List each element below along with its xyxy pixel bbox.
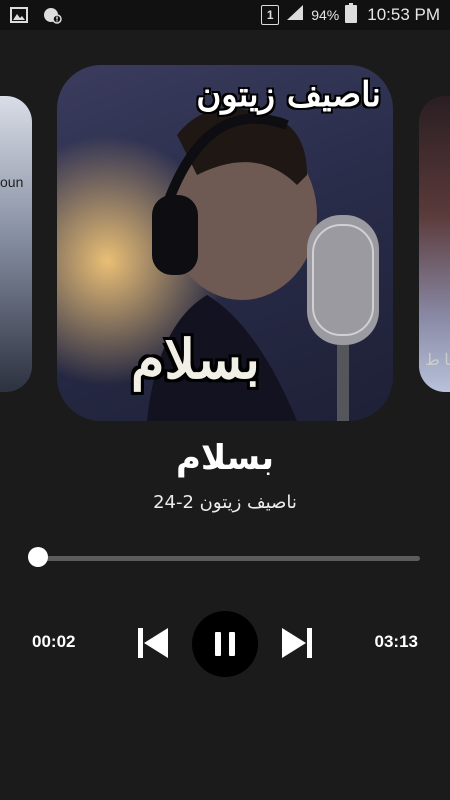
previous-icon [138, 628, 168, 658]
pause-icon [215, 632, 235, 656]
pause-button[interactable] [192, 611, 258, 677]
seek-thumb[interactable] [27, 547, 48, 567]
sim-indicator: 1 [261, 5, 280, 25]
next-icon [282, 628, 312, 658]
seek-bar[interactable] [27, 547, 420, 567]
album-carousel[interactable]: oun ناصيف زيتون بسلام يا ط [0, 62, 450, 424]
song-title: بسلام [175, 438, 275, 478]
seek-track[interactable] [32, 556, 420, 561]
battery-icon [345, 2, 358, 28]
total-duration: 03:13 [374, 632, 418, 651]
cover-title-text: بسلام [131, 327, 260, 391]
cover-artist-text: ناصيف زيتون [196, 75, 381, 115]
clock: 10:53 PM [367, 5, 440, 24]
previous-cover-text: oun [0, 174, 24, 190]
next-album-art[interactable]: يا ط [419, 96, 450, 392]
next-button[interactable] [280, 624, 314, 662]
previous-album-art[interactable]: oun [0, 96, 32, 392]
gallery-icon [10, 6, 28, 29]
sync-alert-icon [42, 6, 62, 29]
previous-button[interactable] [136, 624, 170, 662]
elapsed-time: 00:02 [32, 632, 76, 651]
battery-percent: 94% [311, 7, 340, 23]
next-cover-text: يا ط [425, 352, 450, 369]
song-subtitle: ناصيف زيتون 2-24 [153, 492, 297, 513]
status-bar: 1 94% 10:53 PM [0, 0, 450, 30]
signal-icon [285, 4, 305, 27]
current-album-art[interactable]: ناصيف زيتون بسلام [57, 65, 393, 421]
